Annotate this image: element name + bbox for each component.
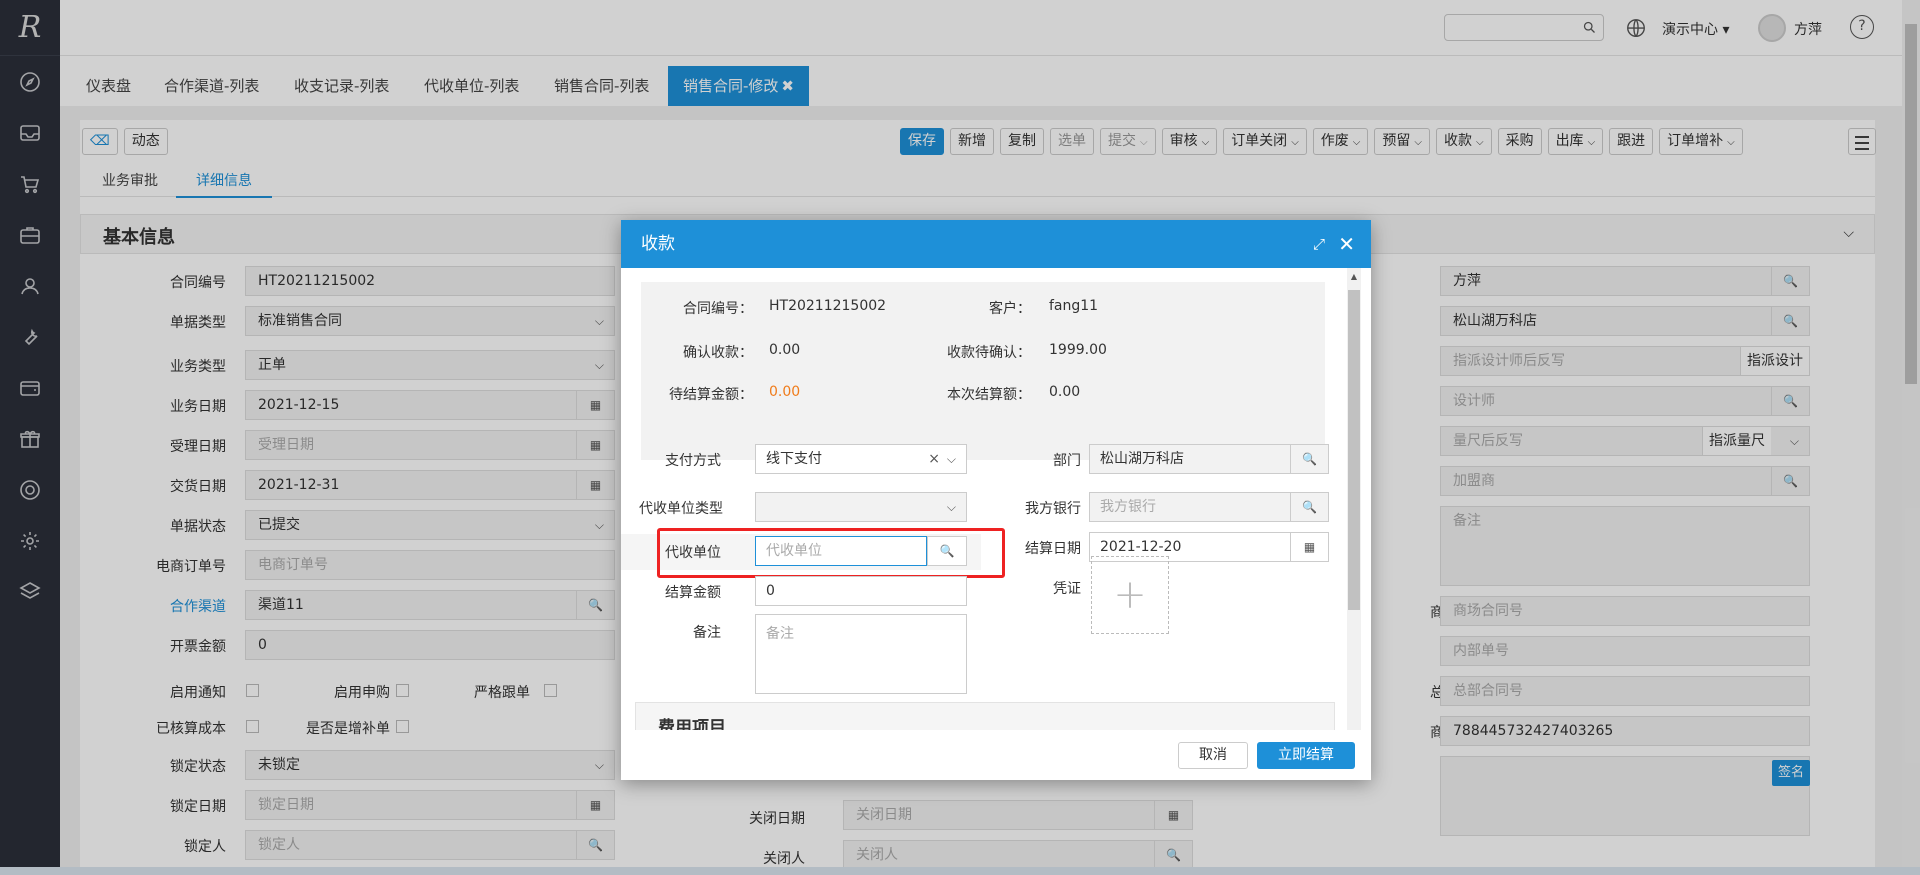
summary-this-settle: 0.00 [1049,384,1081,400]
collect-payment-dialog: 收款 ⤢ ✕ 合同编号： HT20211215002 客户： fang11 确认… [621,220,1371,780]
dialog-scrollbar[interactable]: ▲ [1347,268,1361,730]
pay-method-value: 线下支付 [766,451,822,467]
summary-confirmed: 0.00 [769,342,801,358]
dialog-scrollbar-thumb[interactable] [1348,290,1360,610]
cancel-button[interactable]: 取消 [1178,742,1248,769]
close-icon[interactable]: ✕ [1338,220,1355,268]
settle-amount-input[interactable]: 0 [755,576,967,606]
label-our-bank: 我方银行 [1025,501,1081,517]
dept-field[interactable]: 松山湖万科店 🔍 [1089,444,1329,474]
summary-customer: fang11 [1049,298,1099,314]
label-settle-amount: 结算金额 [665,585,721,601]
upload-voucher-button[interactable]: + [1091,556,1169,634]
dialog-body: 合同编号： HT20211215002 客户： fang11 确认收款： 0.0… [621,268,1371,730]
our-bank-field[interactable]: 我方银行 🔍 [1089,492,1329,522]
clear-icon[interactable]: × [928,445,940,473]
settle-now-button[interactable]: 立即结算 [1257,742,1355,769]
agent-type-select[interactable]: ⌵ [755,492,967,522]
summary-this-settle-label: 本次结算额： [947,387,1031,403]
search-icon[interactable]: 🔍 [1290,445,1328,473]
fee-items-section: 费用项目 [635,702,1335,730]
summary-to-settle-label: 待结算金额： [669,387,753,403]
label-remark-modal: 备注 [693,625,721,641]
dept-value: 松山湖万科店 [1100,451,1184,467]
summary-pending-confirm-label: 收款待确认： [947,345,1031,361]
chevron-down-icon: ⌵ [946,452,956,466]
maximize-icon[interactable]: ⤢ [1313,220,1325,268]
calendar-icon[interactable]: ▦ [1290,533,1328,561]
dialog-footer: 取消 立即结算 [621,730,1371,780]
payment-summary: 合同编号： HT20211215002 客户： fang11 确认收款： 0.0… [641,282,1325,460]
summary-contract-no: HT20211215002 [769,298,887,314]
summary-pending-confirm: 1999.00 [1049,342,1107,358]
summary-to-settle: 0.00 [769,384,801,400]
our-bank-placeholder: 我方银行 [1100,499,1156,515]
label-pay-method: 支付方式 [665,453,721,469]
fee-items-title: 费用项目 [658,718,726,730]
label-settle-date: 结算日期 [1025,541,1081,557]
search-icon[interactable]: 🔍 [1290,493,1328,521]
dialog-title: 收款 [641,234,675,254]
scroll-up-icon[interactable]: ▲ [1347,272,1361,281]
pay-method-select[interactable]: 线下支付 × ⌵ [755,444,967,474]
settle-date-value: 2021-12-20 [1100,539,1182,555]
chevron-down-icon: ⌵ [946,500,956,514]
label-agent-type: 代收单位类型 [639,501,723,517]
dialog-header: 收款 ⤢ ✕ [621,220,1371,268]
plus-icon: + [1113,572,1147,618]
summary-confirmed-label: 确认收款： [683,345,753,361]
remark-modal-textarea[interactable]: 备注 [755,614,967,694]
label-voucher: 凭证 [1053,581,1081,597]
summary-contract-no-label: 合同编号： [683,301,753,317]
label-dept: 部门 [1053,453,1081,469]
highlight-box [657,528,1005,578]
summary-customer-label: 客户： [989,301,1031,317]
